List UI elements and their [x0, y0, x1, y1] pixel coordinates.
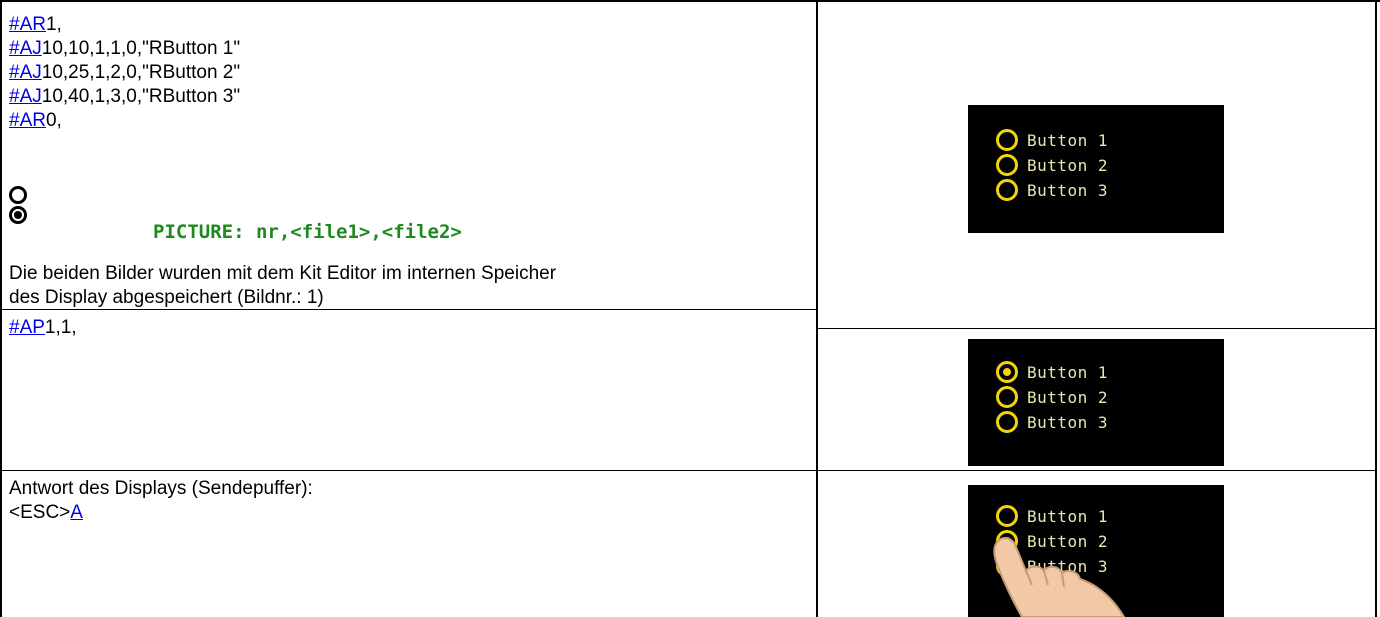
code-line: #AJ10,25,1,2,0,"RButton 2"	[9, 61, 240, 85]
radio-selected-icon	[996, 361, 1018, 383]
code-line: #AJ10,40,1,3,0,"RButton 3"	[9, 85, 240, 109]
description-line: Die beiden Bilder wurden mit dem Kit Edi…	[9, 263, 557, 284]
radio-label: Button 2	[1027, 387, 1109, 407]
radio-icon	[996, 129, 1018, 151]
response-link[interactable]: A	[70, 502, 83, 523]
command-args: 10,10,1,1,0,"RButton 1"	[41, 38, 241, 59]
display-radio-row: Button 2	[996, 384, 1108, 410]
display-screen-3: Button 1 Button 2 Button 3	[968, 485, 1224, 617]
code-line: #AR1,	[9, 13, 240, 37]
response-prefix: <ESC>	[9, 502, 71, 523]
table-column-divider	[816, 0, 818, 617]
description-line: des Display abgespeichert (Bildnr.: 1)	[9, 287, 324, 308]
radio-label: Button 3	[1027, 412, 1109, 432]
row-divider-right-2	[818, 470, 1375, 471]
display-radio-row: Button 3	[996, 177, 1108, 203]
command-link[interactable]: #AR	[9, 14, 46, 35]
radio-icon	[996, 154, 1018, 176]
code-block-1: #AR1, #AJ10,10,1,1,0,"RButton 1" #AJ10,2…	[9, 13, 240, 133]
display-radio-row: Button 2	[996, 152, 1108, 178]
radio-icon	[996, 505, 1018, 527]
display-screen-1: Button 1 Button 2 Button 3	[968, 105, 1224, 233]
table-border-right	[1375, 0, 1377, 617]
response-value: <ESC>A	[9, 501, 313, 525]
radio-label: Button 1	[1027, 506, 1109, 526]
radio-icon	[996, 386, 1018, 408]
radio-icon	[996, 411, 1018, 433]
row-divider-left-2	[2, 470, 816, 471]
command-args: 10,40,1,3,0,"RButton 3"	[41, 86, 241, 107]
command-link[interactable]: #AP	[9, 317, 45, 338]
radio-label: Button 3	[1027, 180, 1109, 200]
command-args: 1,1,	[44, 317, 77, 338]
display-radio-row: Button 1	[996, 127, 1108, 153]
radio-checked-icon	[9, 206, 27, 224]
display-radio-row: Button 1	[996, 359, 1108, 385]
radio-label: Button 1	[1027, 130, 1109, 150]
response-label: Antwort des Displays (Sendepuffer):	[9, 478, 313, 499]
response-block: Antwort des Displays (Sendepuffer): <ESC…	[9, 477, 313, 525]
code-block-2: #AP1,1,	[9, 316, 77, 340]
radio-icon	[996, 179, 1018, 201]
command-link[interactable]: #AJ	[9, 86, 42, 107]
command-args: 0,	[45, 110, 62, 131]
code-line: #AJ10,10,1,1,0,"RButton 1"	[9, 37, 240, 61]
radio-label: Button 1	[1027, 362, 1109, 382]
command-args: 10,25,1,2,0,"RButton 2"	[41, 62, 241, 83]
display-screen-2: Button 1 Button 2 Button 3	[968, 339, 1224, 466]
radio-unchecked-icon	[9, 186, 27, 204]
command-link[interactable]: #AJ	[9, 38, 42, 59]
command-args: 1,	[45, 14, 62, 35]
table-border-top	[0, 0, 1380, 2]
display-radio-row: Button 1	[996, 503, 1108, 529]
touch-hand-icon	[993, 537, 1126, 617]
row-divider-right-1	[818, 328, 1375, 329]
display-radio-row: Button 3	[996, 409, 1108, 435]
code-line: #AR0,	[9, 109, 240, 133]
radio-label: Button 2	[1027, 155, 1109, 175]
command-link[interactable]: #AJ	[9, 62, 42, 83]
code-line: #AP1,1,	[9, 316, 77, 340]
command-link[interactable]: #AR	[9, 110, 46, 131]
picture-syntax-label: PICTURE: nr,<file1>,<file2>	[153, 221, 462, 243]
description: Die beiden Bilder wurden mit dem Kit Edi…	[9, 262, 556, 310]
